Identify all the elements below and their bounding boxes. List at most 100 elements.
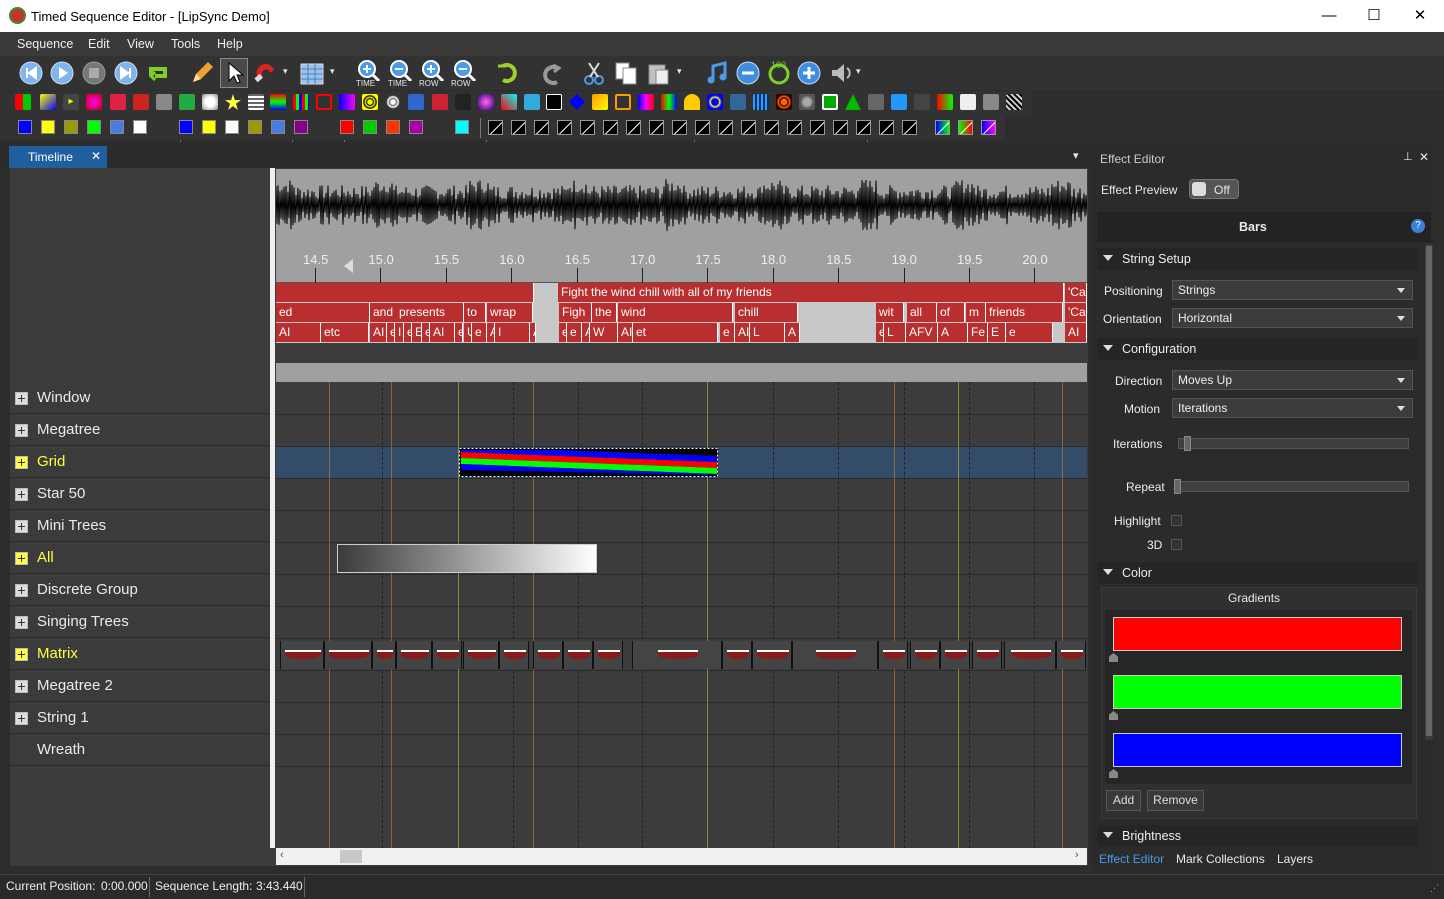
lyric-phoneme[interactable]: E — [412, 323, 422, 342]
faces-effect[interactable] — [878, 641, 908, 669]
row-label-wreath[interactable]: Wreath — [10, 735, 270, 766]
expand-icon[interactable] — [15, 424, 28, 437]
palette-shape-button[interactable] — [557, 120, 572, 135]
lyric-phoneme[interactable]: e — [876, 323, 884, 342]
redo-icon[interactable] — [539, 60, 565, 86]
expand-icon[interactable] — [15, 648, 28, 661]
grid-dropdown-icon[interactable]: ▾ — [330, 66, 335, 77]
effect-meteors-icon[interactable] — [524, 94, 540, 110]
palette-shape-button[interactable] — [511, 120, 526, 135]
faces-effect[interactable] — [396, 641, 432, 669]
lyric-phoneme[interactable]: e — [387, 323, 395, 342]
row-label-all[interactable]: All — [10, 543, 270, 574]
effect-row[interactable] — [276, 383, 1087, 415]
lyric-phoneme[interactable]: I — [495, 323, 530, 342]
zoom-out-row-icon[interactable] — [452, 59, 478, 81]
effect-fireworks-icon[interactable] — [316, 94, 332, 110]
lyric-word[interactable]: ed — [276, 303, 370, 322]
effect-row[interactable] — [276, 607, 1087, 639]
section-color[interactable]: Color — [1097, 562, 1418, 584]
section-string-setup[interactable]: String Setup — [1097, 248, 1418, 270]
faces-effect[interactable] — [1004, 641, 1056, 669]
gradient-red[interactable] — [1113, 617, 1402, 651]
lyric-word[interactable]: wrap — [487, 303, 533, 322]
palette-shape-button[interactable] — [649, 120, 664, 135]
effect-music-icon[interactable] — [592, 94, 608, 110]
effect-row[interactable] — [276, 671, 1087, 703]
lyric-phoneme[interactable]: U — [464, 323, 472, 342]
lyric-word[interactable]: wit — [876, 303, 904, 322]
music-note-icon[interactable] — [704, 60, 730, 86]
fast-forward-icon[interactable] — [113, 60, 139, 86]
menu-sequence[interactable]: Sequence — [17, 37, 73, 51]
effect-curtain-icon[interactable] — [202, 94, 218, 110]
lyric-phoneme[interactable]: AI — [582, 323, 590, 342]
effect-row[interactable] — [276, 511, 1087, 543]
zoom-in-row-icon[interactable] — [420, 59, 446, 81]
section-brightness[interactable]: Brightness — [1097, 825, 1418, 847]
lyric-phoneme[interactable]: e — [422, 323, 430, 342]
faces-effect[interactable] — [463, 641, 499, 669]
lyric-word[interactable]: to — [464, 303, 486, 322]
palette-swatch[interactable] — [340, 120, 354, 134]
effect-color-wash-icon[interactable] — [179, 94, 195, 110]
color-wash-effect-all[interactable] — [337, 544, 597, 573]
effect-kaleidoscope-icon[interactable] — [408, 94, 424, 110]
row-header-splitter[interactable] — [270, 168, 275, 848]
positioning-select[interactable]: Strings — [1172, 280, 1413, 300]
menu-tools[interactable]: Tools — [171, 37, 200, 51]
palette-swatch[interactable] — [225, 120, 239, 134]
effect-strobe-icon[interactable] — [868, 94, 884, 110]
lyric-phoneme[interactable]: AI — [735, 323, 750, 342]
palette-shape-button[interactable] — [603, 120, 618, 135]
resize-grip-icon[interactable]: ⋰ — [1430, 883, 1439, 894]
effect-row[interactable] — [276, 575, 1087, 607]
help-icon[interactable]: ? — [1411, 219, 1425, 233]
copy-icon[interactable] — [613, 60, 639, 86]
lyric-word[interactable]: Figh — [559, 303, 592, 322]
row-label-discrete-group[interactable]: Discrete Group — [10, 575, 270, 606]
lyric-phoneme[interactable]: I — [395, 323, 404, 342]
lyric-word[interactable]: 'Cau — [1065, 303, 1087, 322]
palette-shape-button[interactable] — [672, 120, 687, 135]
effect-fire-icon[interactable] — [293, 94, 309, 110]
lyric-phoneme[interactable]: L — [750, 323, 785, 342]
lyric-word[interactable]: m — [966, 303, 986, 322]
faces-effect[interactable] — [910, 641, 940, 669]
effect-plasma-icon[interactable] — [661, 94, 677, 110]
effect-tree-icon[interactable] — [845, 94, 861, 110]
effect-liquid-icon[interactable] — [478, 94, 494, 110]
lyric-phoneme[interactable]: e — [472, 323, 487, 342]
effect-servo-icon[interactable] — [707, 94, 723, 110]
panel-vscrollbar[interactable] — [1425, 244, 1433, 740]
faces-effect[interactable] — [940, 641, 970, 669]
palette-swatch[interactable] — [87, 120, 101, 134]
faces-effect[interactable] — [533, 641, 563, 669]
palette-shape-button[interactable] — [534, 120, 549, 135]
palette-shape-button[interactable] — [810, 120, 825, 135]
gradient-blue[interactable] — [1113, 733, 1402, 767]
lyric-phoneme[interactable]: etc — [321, 323, 369, 342]
zoom-in-time-icon[interactable] — [356, 59, 382, 81]
faces-effect[interactable] — [632, 641, 722, 669]
effect-moving-head-icon[interactable] — [546, 94, 562, 110]
lyric-word[interactable]: of — [937, 303, 965, 322]
palette-shape-button[interactable] — [580, 120, 595, 135]
effect-ripple-icon[interactable] — [684, 94, 700, 110]
palette-swatch[interactable] — [271, 120, 285, 134]
row-label-star-50[interactable]: Star 50 — [10, 479, 270, 510]
faces-effect[interactable] — [752, 641, 792, 669]
effect-pinwheel-icon[interactable] — [638, 94, 654, 110]
row-label-matrix[interactable]: Matrix — [10, 639, 270, 670]
lyric-phoneme[interactable]: AI — [530, 323, 536, 342]
effect-single-strand-icon[interactable] — [799, 94, 815, 110]
lyric-phoneme[interactable]: A — [785, 323, 800, 342]
effect-row[interactable] — [276, 479, 1087, 511]
lyric-word[interactable]: friends — [986, 303, 1063, 322]
effect-circles-icon[interactable] — [156, 94, 172, 110]
pin-icon[interactable]: ⊥ — [1403, 150, 1413, 163]
play-icon[interactable] — [49, 60, 75, 86]
effect-twinkle-icon[interactable] — [937, 94, 953, 110]
tab-layers[interactable]: Layers — [1277, 852, 1313, 866]
maximize-button[interactable]: ☐ — [1351, 0, 1397, 32]
